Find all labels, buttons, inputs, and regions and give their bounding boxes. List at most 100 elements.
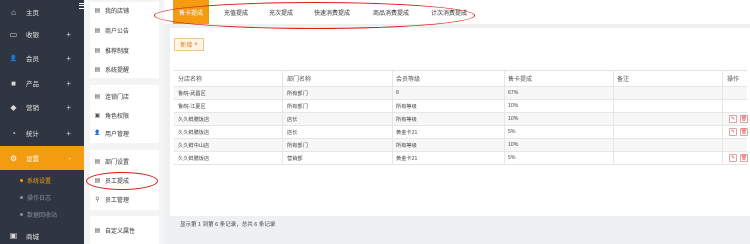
panel-item-my-store[interactable]: ▤ 我的店铺 — [94, 4, 129, 16]
panel-group-staff: ▤ 部门设置 ▤ 员工提成 ⚲ 员工管理 — [90, 150, 159, 210]
panel-item-label: 系统提醒 — [105, 67, 130, 74]
sub-item-recycle-bin[interactable]: 数据回收站 — [20, 210, 57, 219]
lock-icon: ▣ — [94, 112, 101, 119]
nav-item-statistics[interactable]: ◔ 统计 + — [0, 121, 84, 145]
tab-card-sale-commission[interactable]: 售卡提成 — [173, 0, 209, 24]
table-row: 鲁皖-武昌区 所有部门 8 67% — [174, 87, 747, 100]
commission-icon: ▤ — [94, 177, 101, 184]
panel-item-label: 员工提成 — [105, 178, 130, 185]
panel-group-chain: ▤ 连锁门店 ▣ 角色权限 👤 用户管理 — [90, 85, 159, 143]
expand-plus-icon: + — [66, 53, 71, 63]
panel-item-announcement[interactable]: ▤ 商户公告 — [94, 24, 129, 36]
pie-chart-icon: ◔ — [11, 128, 16, 138]
sub-item-label: 操作日志 — [27, 196, 52, 202]
monitor-icon: ▭ — [9, 29, 18, 39]
panel-group-custom: ▤ 自定义属性 — [90, 216, 159, 244]
panel-item-department[interactable]: ▤ 部门设置 — [94, 155, 129, 167]
sub-item-operation-log[interactable]: 操作日志 — [20, 193, 51, 202]
referral-icon: ▤ — [94, 47, 101, 54]
table-cell: 所有部门 — [287, 103, 308, 110]
sub-item-label: 数据回收站 — [27, 213, 58, 219]
panel-item-staff-commission[interactable]: ▤ 员工提成 — [94, 174, 129, 186]
gear-icon: ⚙ — [9, 153, 18, 163]
shop-icon: ▣ — [9, 230, 18, 240]
panel-item-staff-management[interactable]: ⚲ 员工管理 — [94, 193, 129, 205]
table-cell: 10% — [508, 116, 519, 122]
tab-product-consume-commission[interactable]: 商品消费提成 — [364, 0, 418, 24]
nav-item-label: 收银 — [26, 32, 39, 39]
delete-icon[interactable]: 🗑 — [740, 115, 748, 123]
panel-item-label: 连锁门店 — [105, 94, 130, 101]
sub-item-system-settings[interactable]: 系统设置 — [20, 176, 51, 185]
nav-item-label: 产品 — [26, 81, 39, 88]
panel-item-custom-attributes[interactable]: ▤ 自定义属性 — [94, 224, 135, 236]
staff-icon: ⚲ — [95, 196, 100, 203]
table-cell: 久久鲜膳饭店 — [178, 155, 210, 162]
column-header: 操作 — [727, 77, 740, 83]
user-icon: 👤 — [94, 130, 101, 136]
edit-icon[interactable]: ✎ — [729, 115, 737, 123]
panel-item-label: 部门设置 — [105, 159, 130, 166]
panel-item-label: 员工管理 — [105, 197, 130, 204]
table-cell: 所有等级 — [396, 142, 417, 149]
tab-count-consume-commission[interactable]: 计次消费提成 — [422, 0, 476, 24]
table-row: 鲁皖-江夏区 所有部门 所有等级 10% — [174, 100, 747, 113]
chain-store-icon: ▤ — [94, 93, 101, 100]
panel-item-label: 我的店铺 — [105, 8, 130, 15]
delete-icon[interactable]: 🗑 — [740, 154, 748, 162]
table-cell: 营销部 — [287, 155, 303, 162]
table-cell: 黄金卡21 — [396, 155, 418, 162]
sub-item-label: 系统设置 — [27, 179, 52, 185]
table-cell: 久久鲜膳饭店 — [178, 116, 210, 123]
nav-item-label: 商城 — [26, 233, 39, 241]
bullet-icon — [20, 196, 23, 199]
panel-item-user-management[interactable]: 👤 用户管理 — [94, 127, 129, 139]
expand-plus-icon: + — [66, 78, 71, 88]
panel-item-system-reminder[interactable]: ▤ 系统提醒 — [94, 63, 129, 75]
panel-item-referral[interactable]: ▤ 推荐制度 — [94, 44, 129, 56]
nav-item-shop[interactable]: ▣ 商城 — [0, 227, 84, 244]
table-row: 久久鲜中山店 所有部门 所有等级 10% — [174, 139, 747, 152]
nav-item-marketing[interactable]: ◆ 营销 + — [0, 95, 84, 119]
edit-icon[interactable]: ✎ — [729, 128, 737, 136]
expand-plus-icon: + — [66, 128, 71, 138]
row-actions: ✎ 🗑 — [729, 128, 748, 136]
nav-item-label: 会员 — [26, 56, 39, 63]
table-cell: 黄金卡21 — [396, 129, 418, 136]
tab-recharge-commission[interactable]: 充值提成 — [216, 0, 256, 24]
column-header: 部门名称 — [287, 77, 312, 83]
delete-icon[interactable]: 🗑 — [740, 128, 748, 136]
column-header: 会员等级 — [396, 77, 421, 83]
table-row: 久久鲜膳饭店 店长 所有等级 10% ✎ 🗑 — [174, 113, 748, 126]
nav-item-member[interactable]: 👤 会员 + — [0, 46, 84, 70]
nav-item-settings[interactable]: ⚙ 设置 - — [0, 146, 84, 170]
panel-item-chain-store[interactable]: ▤ 连锁门店 — [94, 90, 129, 102]
custom-attr-icon: ▤ — [94, 227, 101, 234]
table-cell: 鲁皖-江夏区 — [178, 103, 206, 110]
commission-table: 分店名称 部门名称 会员等级 售卡提成 备注 操作 鲁皖-武昌区 所有部门 8 67%… — [174, 70, 748, 165]
table-cell: 67% — [508, 90, 519, 96]
panel-item-role-permission[interactable]: ▣ 角色权限 — [94, 109, 129, 121]
nav-item-home[interactable]: ⌂ 主页 — [0, 0, 84, 24]
nav-item-product[interactable]: ■ 产品 + — [0, 71, 84, 95]
table-cell: 鲁皖-武昌区 — [178, 90, 206, 97]
table-header-row: 分店名称 部门名称 会员等级 售卡提成 备注 操作 — [174, 71, 747, 87]
plus-icon: + — [194, 41, 198, 48]
collapse-minus-icon: - — [68, 153, 71, 163]
tag-icon: ◆ — [10, 102, 17, 112]
tab-count-recharge-commission[interactable]: 充次提成 — [261, 0, 301, 24]
add-button[interactable]: 新增 + — [174, 38, 204, 51]
table-cell: 5% — [508, 129, 516, 135]
notice-icon: ▤ — [94, 27, 101, 34]
nav-item-cashier[interactable]: ▭ 收银 + — [0, 22, 84, 46]
panel-item-label: 商户公告 — [105, 28, 130, 35]
panel-item-label: 用户管理 — [105, 131, 130, 138]
tab-quick-consume-commission[interactable]: 快速消费提成 — [305, 0, 359, 24]
table-cell: 久久鲜膳饭店 — [178, 129, 210, 136]
table-cell: 10% — [508, 103, 519, 109]
home-icon: ⌂ — [11, 7, 16, 17]
table-cell: 10% — [508, 142, 519, 148]
nav-item-label: 主页 — [26, 10, 39, 17]
edit-icon[interactable]: ✎ — [729, 154, 737, 162]
box-icon: ■ — [11, 78, 16, 88]
